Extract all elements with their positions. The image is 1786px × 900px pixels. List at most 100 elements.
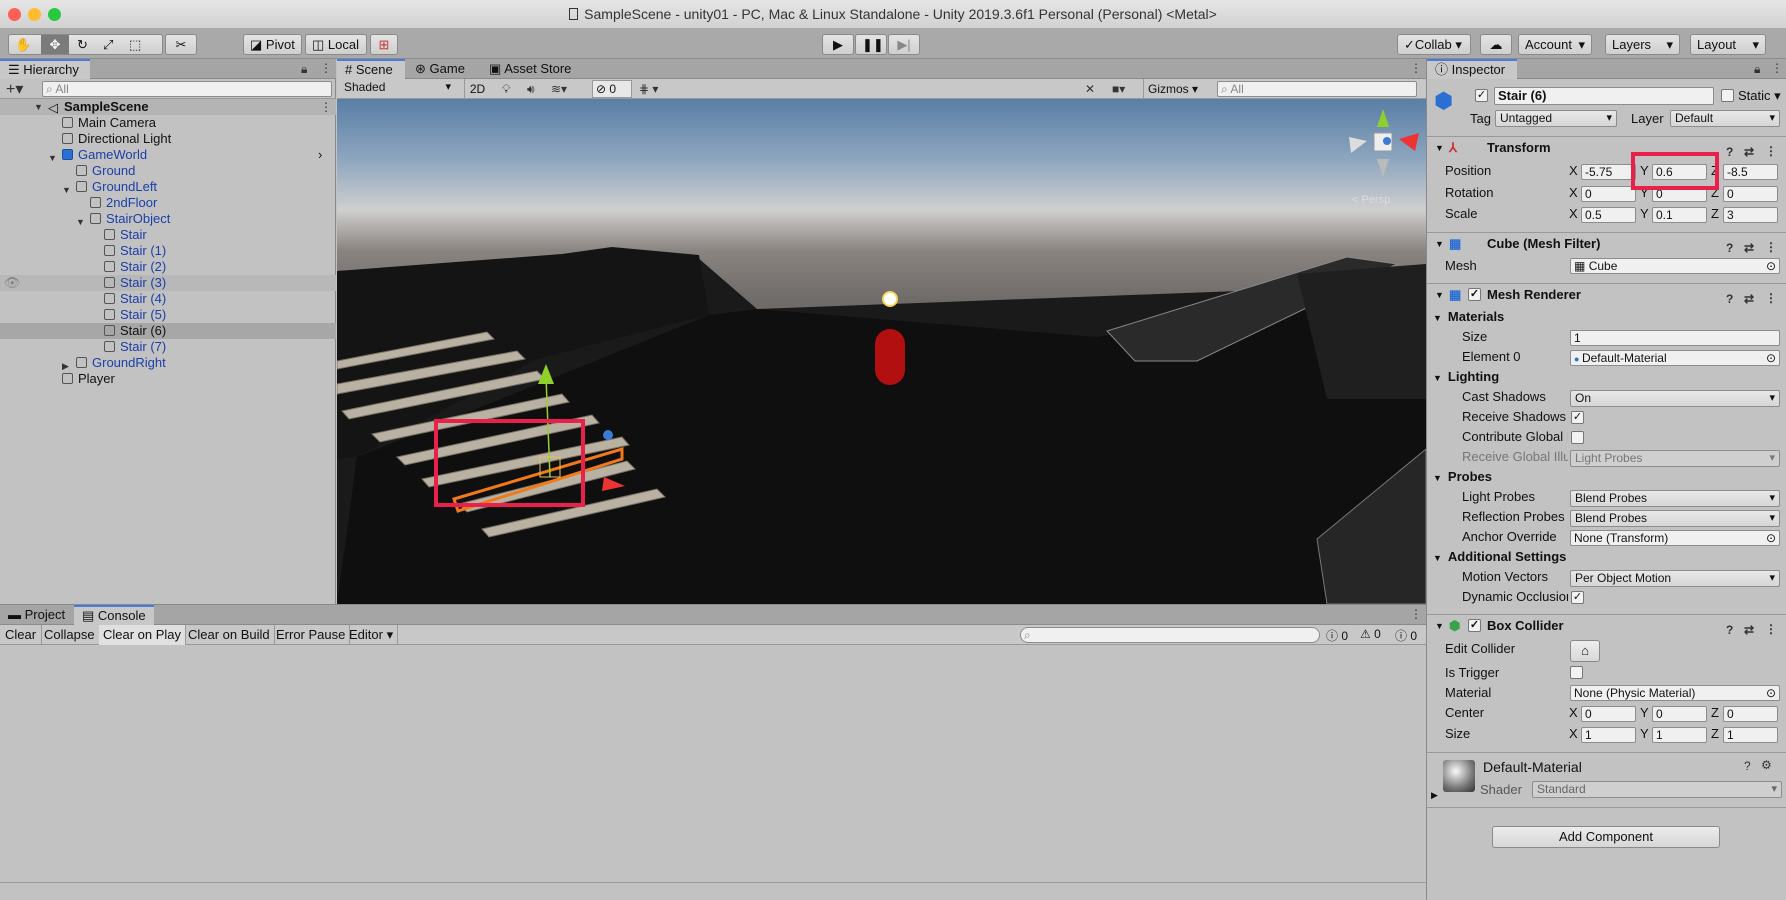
clear-button[interactable]: Clear bbox=[0, 625, 43, 645]
hidden-objects-toggle[interactable]: ⊘ 0 bbox=[592, 80, 632, 98]
hierarchy-item[interactable]: ▶ GroundRight bbox=[0, 355, 336, 371]
z-arrow-icon[interactable] bbox=[603, 430, 613, 440]
hierarchy-item[interactable]: Main Camera bbox=[0, 115, 336, 131]
help-icon[interactable]: ? bbox=[1726, 141, 1733, 163]
warning-count[interactable]: ⚠ 0 bbox=[1360, 627, 1381, 641]
mesh-filter-component-header[interactable]: ▼ ▦ Cube (Mesh Filter) ? ⇄ ⋮ bbox=[1427, 232, 1786, 255]
gear-icon[interactable]: ⚙ bbox=[1761, 758, 1772, 772]
materials-size-field[interactable]: 1 bbox=[1570, 330, 1780, 346]
layout-dropdown[interactable]: Layout ▾ bbox=[1690, 34, 1766, 55]
hierarchy-item[interactable]: Stair (7) bbox=[0, 339, 336, 355]
tab-asset-store[interactable]: ▣ Asset Store bbox=[481, 59, 591, 79]
cast-shadows-dropdown[interactable]: On bbox=[1570, 390, 1780, 407]
open-prefab-icon[interactable]: › bbox=[318, 147, 322, 163]
collapse-icon[interactable]: ▼ bbox=[1433, 373, 1442, 383]
rotation-x-field[interactable]: 0 bbox=[1581, 186, 1636, 202]
hierarchy-item[interactable]: Stair (5) bbox=[0, 307, 336, 323]
expand-material-icon[interactable]: ▶ bbox=[1431, 790, 1438, 801]
mesh-renderer-component-header[interactable]: ▼ ▦ ✓ Mesh Renderer ? ⇄ ⋮ bbox=[1427, 283, 1786, 306]
size-y-field[interactable]: 1 bbox=[1652, 727, 1707, 743]
hierarchy-item[interactable]: Stair (1) bbox=[0, 243, 336, 259]
hierarchy-item[interactable]: Stair (2) bbox=[0, 259, 336, 275]
effects-icon[interactable]: ≋▾ bbox=[551, 82, 567, 96]
audio-toggle-icon[interactable]: 🔊︎ bbox=[527, 82, 535, 97]
is-trigger-checkbox[interactable] bbox=[1570, 666, 1583, 679]
minimize-window-button[interactable] bbox=[28, 8, 41, 21]
hierarchy-item[interactable]: ▼ GroundLeft bbox=[0, 179, 336, 195]
close-window-button[interactable] bbox=[8, 8, 21, 21]
transform-component-header[interactable]: ▼ ⅄ Transform ? ⇄ ⋮ bbox=[1427, 136, 1786, 159]
expand-icon[interactable]: ▼ bbox=[34, 102, 43, 112]
scene-orientation-gizmo[interactable] bbox=[1349, 109, 1419, 177]
center-x-field[interactable]: 0 bbox=[1581, 706, 1636, 722]
tab-console[interactable]: ▤ Console bbox=[74, 605, 154, 625]
rotate-tool-icon[interactable]: ↻ bbox=[77, 35, 88, 54]
help-icon[interactable]: ? bbox=[1726, 619, 1733, 641]
help-icon[interactable]: ? bbox=[1726, 288, 1733, 310]
scale-z-field[interactable]: 3 bbox=[1723, 207, 1778, 223]
collapse-button[interactable]: Collapse bbox=[40, 625, 100, 645]
collapse-icon[interactable]: ▼ bbox=[1433, 313, 1442, 323]
tab-project[interactable]: ▬ Project bbox=[0, 605, 72, 625]
panel-menu-icon[interactable]: ⋮ bbox=[320, 61, 332, 75]
collapse-icon[interactable]: ▼ bbox=[1435, 615, 1444, 637]
probes-foldout[interactable]: ▼ Probes bbox=[1433, 469, 1492, 484]
hierarchy-item[interactable]: Stair (6) bbox=[0, 323, 336, 339]
hierarchy-item[interactable]: ▼ GameWorld › bbox=[0, 147, 336, 163]
center-z-field[interactable]: 0 bbox=[1723, 706, 1778, 722]
tag-dropdown[interactable]: Untagged bbox=[1495, 110, 1617, 127]
object-picker-icon[interactable]: ⊙ bbox=[1766, 351, 1776, 365]
box-collider-component-header[interactable]: ▼ ⬢ ✓ Box Collider ? ⇄ ⋮ bbox=[1427, 614, 1786, 637]
preset-icon[interactable]: ⇄ bbox=[1744, 141, 1754, 163]
hierarchy-item[interactable]: Directional Light bbox=[0, 131, 336, 147]
anchor-override-field[interactable]: None (Transform) ⊙ bbox=[1570, 530, 1780, 546]
grid-snap-icon[interactable]: ⊞ bbox=[370, 34, 398, 55]
hierarchy-item[interactable]: 2ndFloor bbox=[0, 195, 336, 211]
collapse-icon[interactable]: ▼ bbox=[1433, 553, 1442, 563]
account-dropdown[interactable]: Account ▾ bbox=[1518, 34, 1592, 55]
scene-panel-menu-icon[interactable]: ⋮ bbox=[1410, 61, 1422, 75]
size-z-field[interactable]: 1 bbox=[1723, 727, 1778, 743]
scene-menu-icon[interactable]: ⋮ bbox=[320, 100, 332, 114]
scene-viewport[interactable]: < Persp bbox=[337, 99, 1426, 604]
collab-dropdown[interactable]: ✓Collab ▾ bbox=[1397, 34, 1471, 55]
collider-material-field[interactable]: None (Physic Material) ⊙ bbox=[1570, 685, 1780, 701]
component-menu-icon[interactable]: ⋮ bbox=[1765, 618, 1777, 640]
receive-shadows-checkbox[interactable]: ✓ bbox=[1571, 411, 1584, 424]
scale-x-field[interactable]: 0.5 bbox=[1581, 207, 1636, 223]
collapse-icon[interactable]: ▼ bbox=[1433, 473, 1442, 483]
editor-dropdown[interactable]: Editor ▾ bbox=[345, 625, 399, 645]
lighting-toggle-icon[interactable]: 💡︎ bbox=[502, 82, 510, 97]
object-picker-icon[interactable]: ⊙ bbox=[1766, 259, 1776, 273]
object-name-input[interactable]: Stair (6) bbox=[1494, 87, 1714, 105]
position-x-field[interactable]: -5.75 bbox=[1581, 164, 1636, 180]
play-button[interactable]: ▶ bbox=[822, 34, 854, 55]
component-menu-icon[interactable]: ⋮ bbox=[1765, 287, 1777, 309]
edit-collider-button[interactable]: ⌂ bbox=[1570, 640, 1600, 662]
cloud-icon[interactable]: ☁ bbox=[1480, 34, 1512, 55]
scale-tool-icon[interactable]: ⤢ bbox=[103, 35, 113, 54]
contribute-gi-checkbox[interactable] bbox=[1571, 431, 1584, 444]
preset-icon[interactable]: ⇄ bbox=[1744, 288, 1754, 310]
tab-scene[interactable]: # Scene bbox=[337, 59, 405, 79]
element-0-field[interactable]: ● Default-Material ⊙ bbox=[1570, 350, 1780, 366]
hierarchy-item[interactable]: Ground bbox=[0, 163, 336, 179]
inspector-menu-icon[interactable]: ⋮ bbox=[1771, 61, 1783, 75]
help-icon[interactable]: ? bbox=[1726, 237, 1733, 259]
error-count[interactable]: ⓘ 0 bbox=[1395, 627, 1417, 644]
scene-search-input[interactable]: ⌕ All bbox=[1217, 81, 1417, 97]
visibility-eye-icon[interactable]: 👁︎ bbox=[4, 275, 21, 291]
center-y-field[interactable]: 0 bbox=[1652, 706, 1707, 722]
hierarchy-item[interactable]: Player bbox=[0, 371, 336, 387]
scene-row[interactable]: ▼ ◁ SampleScene ⋮ bbox=[0, 99, 336, 115]
mesh-renderer-enabled-checkbox[interactable]: ✓ bbox=[1468, 288, 1481, 301]
lighting-foldout[interactable]: ▼ Lighting bbox=[1433, 369, 1499, 384]
console-panel-menu-icon[interactable]: ⋮ bbox=[1410, 607, 1422, 621]
local-button[interactable]: ◫ Local bbox=[305, 34, 367, 55]
preset-icon[interactable]: ⇄ bbox=[1744, 619, 1754, 641]
position-z-field[interactable]: -8.5 bbox=[1723, 164, 1778, 180]
tab-inspector[interactable]: ⓘ Inspector bbox=[1427, 59, 1517, 79]
tab-game[interactable]: ⊛ Game bbox=[407, 59, 479, 79]
camera-icon[interactable]: ■▾ bbox=[1112, 82, 1125, 96]
lock-icon[interactable]: 🔒︎ bbox=[301, 62, 307, 77]
